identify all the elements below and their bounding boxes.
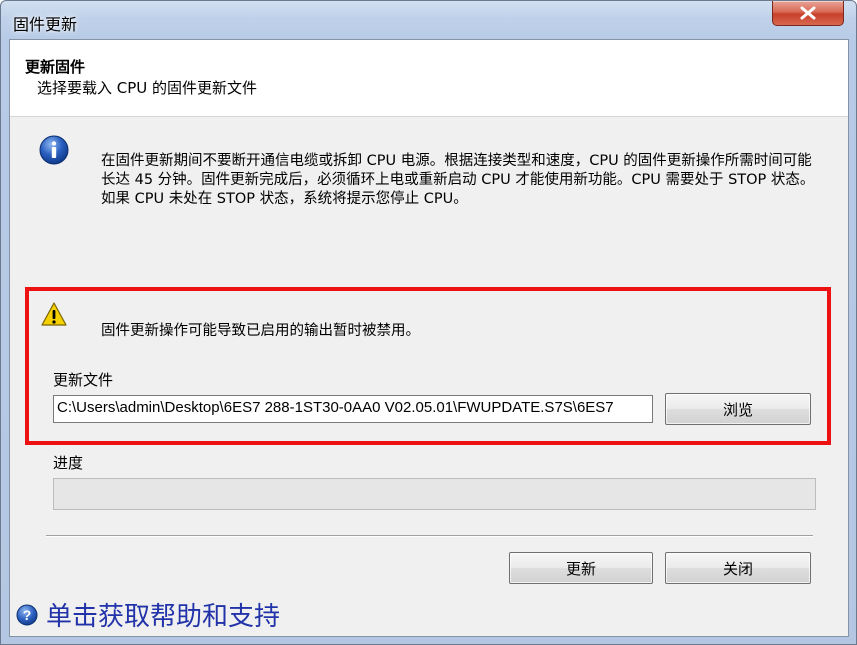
warning-message: 固件更新操作可能导致已启用的输出暂时被禁用。 (101, 323, 420, 339)
header-band: 更新固件 选择要载入 CPU 的固件更新文件 (10, 40, 848, 117)
progress-label: 进度 (53, 454, 84, 472)
header-subtitle: 选择要载入 CPU 的固件更新文件 (37, 79, 258, 97)
info-message: 在固件更新期间不要断开通信电缆或拆卸 CPU 电源。根据连接类型和速度，CPU … (101, 153, 815, 207)
window-title: 固件更新 (13, 15, 78, 34)
warning-icon (41, 302, 67, 326)
firmware-update-window: 固件更新 更新固件 选择要载入 CPU 的固件更新文件 在固件更新期间不要断开通… (0, 0, 857, 645)
info-icon (39, 135, 69, 165)
window-close-button[interactable] (772, 1, 844, 26)
divider (46, 535, 813, 537)
close-icon (800, 6, 816, 20)
update-file-label: 更新文件 (53, 371, 114, 389)
svg-text:?: ? (23, 607, 32, 623)
dialog-client-area: 更新固件 选择要载入 CPU 的固件更新文件 在固件更新期间不要断开通信电缆或拆… (9, 39, 849, 637)
update-file-input[interactable]: C:\Users\admin\Desktop\6ES7 288-1ST30-0A… (53, 395, 653, 423)
close-button[interactable]: 关闭 (665, 552, 811, 584)
header-title: 更新固件 (25, 58, 86, 76)
browse-button[interactable]: 浏览 (665, 393, 811, 425)
help-link[interactable]: ? 单击获取帮助和支持 (16, 596, 280, 633)
progress-bar (53, 478, 816, 510)
update-button[interactable]: 更新 (509, 552, 653, 584)
help-icon: ? (16, 604, 38, 625)
help-link-text: 单击获取帮助和支持 (46, 602, 281, 632)
